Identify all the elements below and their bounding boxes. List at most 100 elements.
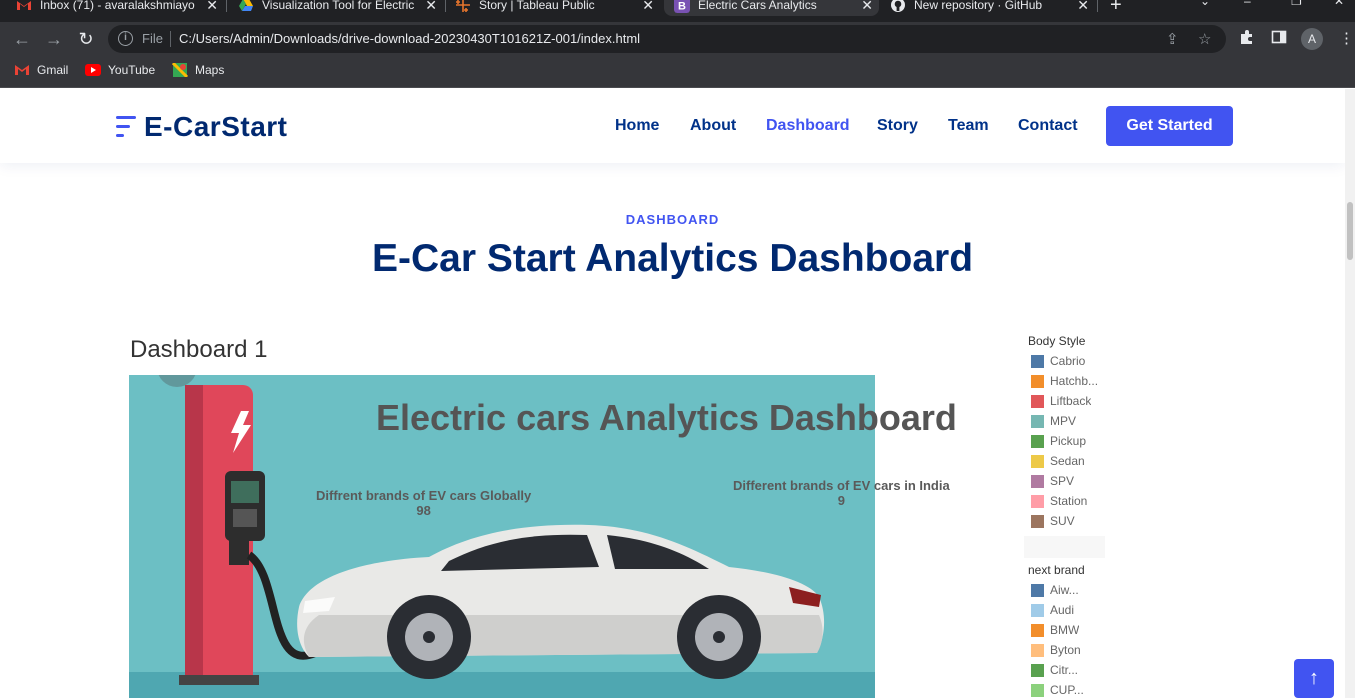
legend-swatch (1031, 414, 1044, 428)
legend-item[interactable]: BMW (1031, 620, 1114, 640)
scrollbar-thumb[interactable] (1347, 202, 1353, 260)
new-tab-plus-icon[interactable]: + (1110, 0, 1122, 17)
legend-label: BMW (1050, 623, 1080, 637)
page-scrollbar[interactable] (1345, 89, 1355, 698)
browser-tab[interactable]: New repository · GitHub ✕ (890, 0, 1095, 16)
legend-item[interactable]: Hatchb... (1031, 371, 1114, 391)
kpi-india-brands: Different brands of EV cars in India 9 (733, 478, 950, 508)
nav-dashboard[interactable]: Dashboard (766, 117, 850, 135)
arrow-up-icon: ↑ (1309, 667, 1319, 689)
browser-tab-active[interactable]: B Electric Cars Analytics ✕ (664, 0, 879, 16)
nav-story[interactable]: Story (877, 117, 918, 135)
forward-arrow-icon[interactable]: → (43, 28, 65, 50)
github-icon (891, 0, 905, 12)
legend-swatch (1031, 663, 1044, 677)
tab-divider (445, 0, 446, 12)
extensions-puzzle-icon[interactable] (1239, 29, 1255, 49)
side-panel-icon[interactable] (1271, 29, 1287, 49)
legend-item[interactable]: Sedan (1031, 451, 1114, 471)
legend-item[interactable]: Cabrio (1031, 351, 1114, 371)
close-icon[interactable]: ✕ (425, 0, 437, 12)
back-to-top-button[interactable]: ↑ (1294, 659, 1334, 698)
legend-item[interactable]: MPV (1031, 411, 1114, 431)
tab-title: Electric Cars Analytics (698, 0, 817, 12)
profile-avatar[interactable]: A (1301, 28, 1323, 50)
electric-car-icon (297, 524, 825, 679)
legend-item[interactable]: SUV (1031, 511, 1114, 531)
tab-divider (1097, 0, 1098, 12)
page-viewport: E-CarStart Home About Dashboard Story Te… (0, 89, 1355, 698)
bookmark-label: Maps (195, 63, 225, 77)
minimize-icon[interactable]: – (1244, 0, 1251, 8)
close-icon[interactable]: ✕ (206, 0, 218, 12)
legend-swatch (1031, 354, 1044, 368)
bookmark-maps[interactable]: Maps (172, 63, 224, 77)
legend-item[interactable]: Audi (1031, 600, 1114, 620)
bookmark-gmail[interactable]: Gmail (14, 63, 68, 77)
nav-home[interactable]: Home (615, 117, 659, 135)
share-icon[interactable]: ⇪ (1166, 30, 1179, 48)
more-menu-icon[interactable]: ⋮ (1339, 29, 1354, 47)
section-label: DASHBOARD (625, 212, 720, 227)
logo-text: E-CarStart (144, 111, 288, 142)
legend-label: Sedan (1050, 454, 1085, 468)
legend-item[interactable]: CUP... (1031, 680, 1114, 698)
legend-label: Station (1050, 494, 1088, 508)
bookmark-label: YouTube (108, 63, 156, 77)
bookmark-star-icon[interactable]: ☆ (1198, 30, 1211, 48)
youtube-icon (85, 64, 101, 76)
legend-item[interactable]: Pickup (1031, 431, 1114, 451)
gmail-icon (15, 65, 29, 75)
legend-swatch (1031, 643, 1044, 657)
legend-item[interactable]: Byton (1031, 640, 1114, 660)
legend-item[interactable]: Station (1031, 491, 1114, 511)
address-url[interactable]: C:/Users/Admin/Downloads/drive-download-… (179, 31, 640, 46)
legend-swatch (1031, 623, 1044, 637)
legend-swatch (1031, 434, 1044, 448)
address-divider (170, 31, 171, 47)
close-icon[interactable]: ✕ (1077, 0, 1089, 12)
window-close-icon[interactable]: ✕ (1334, 0, 1344, 8)
tab-title: Story | Tableau Public (479, 0, 595, 12)
close-icon[interactable]: ✕ (642, 0, 654, 12)
legend-swatch (1031, 603, 1044, 617)
chevron-down-icon[interactable]: ⌄ (1200, 0, 1210, 8)
get-started-button[interactable]: Get Started (1106, 106, 1233, 146)
browser-tab[interactable]: Visualization Tool for Electric ✕ (238, 0, 443, 16)
bookmarks-bar: Gmail YouTube Maps (0, 56, 1355, 88)
browser-tab[interactable]: Story | Tableau Public ✕ (455, 0, 660, 16)
legend-swatch (1031, 583, 1044, 597)
gmail-icon (17, 1, 31, 10)
legend-item[interactable]: Liftback (1031, 391, 1114, 411)
kpi-label: Different brands of EV cars in India (733, 478, 950, 493)
tab-title: Inbox (71) - avaralakshmiayo (40, 0, 195, 12)
maximize-icon[interactable]: ❐ (1291, 0, 1302, 8)
legend-spacer (1024, 536, 1105, 558)
legend-title: next brand (1028, 563, 1085, 577)
browser-tab[interactable]: Inbox (71) - avaralakshmiayo ✕ (16, 0, 224, 16)
address-bar[interactable]: i File C:/Users/Admin/Downloads/drive-do… (108, 25, 1226, 53)
reload-icon[interactable]: ↻ (75, 28, 97, 50)
close-icon[interactable]: ✕ (861, 0, 873, 12)
bookmark-label: Gmail (37, 63, 69, 77)
kpi-label: Diffrent brands of EV cars Globally (316, 488, 532, 503)
legend-label: Cabrio (1050, 354, 1086, 368)
logo-icon (116, 114, 136, 140)
nav-about[interactable]: About (690, 117, 736, 135)
legend-item[interactable]: Citr... (1031, 660, 1114, 680)
charging-station-icon (179, 385, 265, 685)
legend-label: CUP... (1050, 683, 1084, 697)
back-arrow-icon[interactable]: ← (11, 28, 33, 50)
legend-label: Liftback (1050, 394, 1092, 408)
info-icon[interactable]: i (118, 31, 133, 46)
legend-swatch (1031, 454, 1044, 468)
bookmark-youtube[interactable]: YouTube (85, 63, 155, 77)
nav-team[interactable]: Team (948, 117, 989, 135)
site-header: E-CarStart Home About Dashboard Story Te… (0, 89, 1345, 163)
browser-toolbar: ← → ↻ i File C:/Users/Admin/Downloads/dr… (0, 22, 1355, 56)
site-logo[interactable]: E-CarStart (116, 111, 287, 143)
nav-contact[interactable]: Contact (1018, 117, 1078, 135)
legend-item[interactable]: Aiw... (1031, 580, 1114, 600)
legend-item[interactable]: SPV (1031, 471, 1114, 491)
tab-title: New repository · GitHub (914, 0, 1043, 12)
